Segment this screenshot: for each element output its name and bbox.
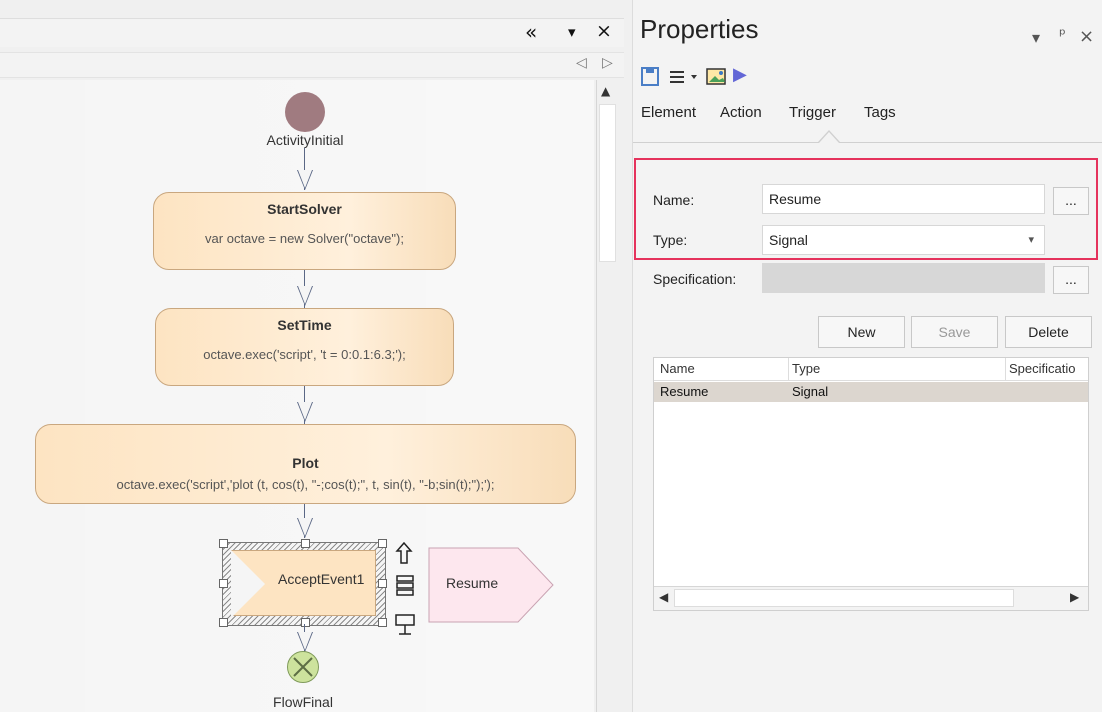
vertical-scrollbar[interactable]: ▲ — [596, 80, 619, 712]
activity-code: var octave = new Solver("octave"); — [205, 231, 404, 246]
specification-ellipsis-button[interactable]: ... — [1053, 266, 1089, 294]
arrow-down-icon — [297, 286, 313, 306]
tab-element[interactable]: Element — [641, 104, 696, 121]
activity-start-solver[interactable]: StartSolver var octave = new Solver("oct… — [153, 192, 456, 270]
menu-icon — [396, 575, 414, 596]
activity-plot[interactable]: Plot octave.exec('script','plot (t, cos(… — [35, 424, 576, 504]
resize-handle[interactable] — [219, 618, 228, 627]
name-label: Name: — [653, 192, 695, 208]
signal-label: Resume — [446, 575, 499, 591]
diagram-pane: « ▾ × ◁ ▷ ActivityInitial StartSolver va… — [0, 0, 624, 712]
triggers-table[interactable]: Name Type Specificatio Resume Signal ◀ ▶ — [653, 357, 1089, 611]
accept-event-notch-icon — [231, 550, 265, 618]
scroll-thumb[interactable] — [674, 589, 1014, 607]
save-button[interactable]: Save — [911, 316, 998, 348]
arrow-down-icon — [297, 518, 313, 538]
accept-event-node[interactable]: AcceptEvent1 — [231, 550, 376, 618]
column-divider — [1005, 358, 1006, 380]
chevron-down-icon[interactable]: ▾ — [568, 23, 576, 41]
tab-trigger[interactable]: Trigger — [789, 104, 836, 121]
pin-icon[interactable]: ᵖ — [1059, 25, 1066, 44]
quick-linker-icons[interactable] — [392, 538, 418, 648]
activity-title: SetTime — [277, 317, 332, 333]
type-select[interactable]: Signal ▾ — [762, 225, 1045, 255]
signal-node-resume[interactable]: Resume — [428, 547, 554, 623]
image-icon — [706, 68, 726, 85]
close-icon[interactable]: × — [596, 20, 612, 42]
column-divider — [788, 358, 789, 380]
row-name-cell: Resume — [660, 384, 709, 399]
panel-title: Properties — [640, 14, 759, 44]
properties-panel: Properties ▾ ᵖ × ▶ Element Action Trigge… — [632, 0, 1102, 712]
resize-handle[interactable] — [301, 618, 310, 627]
resize-handle[interactable] — [378, 618, 387, 627]
column-header-name[interactable]: Name — [660, 361, 695, 376]
scroll-right-icon[interactable]: ▶ — [1070, 590, 1079, 604]
close-icon[interactable]: × — [1079, 26, 1094, 47]
activity-set-time[interactable]: SetTime octave.exec('script', 't = 0:0.1… — [155, 308, 454, 386]
row-type-cell: Signal — [792, 384, 829, 399]
diagram-nav-bar: ◁ ▷ — [0, 52, 624, 78]
chevron-down-icon[interactable]: ▾ — [1032, 28, 1040, 47]
scroll-up-icon[interactable]: ▲ — [601, 84, 610, 98]
selected-element-frame[interactable]: AcceptEvent1 — [219, 539, 387, 627]
specification-field[interactable] — [762, 263, 1045, 293]
tab-action[interactable]: Action — [720, 104, 762, 121]
horizontal-scrollbar[interactable]: ◀ ▶ — [654, 586, 1088, 610]
type-select-value: Signal — [769, 232, 808, 248]
column-header-specification[interactable]: Specificatio — [1009, 361, 1075, 376]
type-label: Type: — [653, 232, 688, 248]
column-header-type[interactable]: Type — [792, 361, 820, 376]
chevron-down-icon: ▾ — [1028, 234, 1034, 246]
scroll-left-icon[interactable]: ◀ — [659, 590, 668, 604]
arrow-down-icon — [297, 402, 313, 422]
table-header: Name Type Specificatio — [654, 358, 1088, 381]
arrow-down-icon — [297, 170, 313, 190]
arrow-down-icon — [297, 632, 313, 652]
resize-handle[interactable] — [219, 579, 228, 588]
diagram-pane-header: « ▾ × — [0, 18, 624, 47]
nav-left-icon[interactable]: ◁ — [576, 55, 587, 71]
collapse-icon[interactable]: « — [525, 20, 537, 44]
initial-node-label: ActivityInitial — [266, 132, 344, 148]
tab-tags[interactable]: Tags — [864, 104, 896, 121]
list-icon — [670, 71, 684, 83]
resize-handle[interactable] — [378, 539, 387, 548]
save-icon — [641, 67, 659, 86]
new-button[interactable]: New — [818, 316, 905, 348]
resize-handle[interactable] — [378, 579, 387, 588]
initial-node-icon[interactable] — [285, 92, 325, 132]
specification-label: Specification: — [653, 271, 737, 287]
name-ellipsis-button[interactable]: ... — [1053, 187, 1089, 215]
table-row[interactable]: Resume Signal — [654, 382, 1088, 402]
activity-code: octave.exec('script', 't = 0:0.1:6.3;'); — [203, 347, 406, 362]
cross-icon — [293, 657, 313, 677]
activity-code: octave.exec('script','plot (t, cos(t), "… — [116, 477, 495, 492]
play-icon[interactable]: ▶ — [733, 64, 747, 85]
link-down-icon — [395, 614, 415, 635]
tab-divider — [633, 142, 1102, 143]
flow-final-icon[interactable] — [287, 651, 319, 683]
arrow-up-icon — [395, 541, 413, 564]
chevron-down-icon — [691, 75, 697, 79]
activity-title: Plot — [292, 455, 319, 471]
diagram-canvas[interactable]: ActivityInitial StartSolver var octave =… — [0, 80, 594, 712]
accept-event-label: AcceptEvent1 — [278, 571, 365, 587]
activity-title: StartSolver — [267, 201, 342, 217]
resize-handle[interactable] — [219, 539, 228, 548]
nav-right-icon[interactable]: ▷ — [602, 55, 613, 71]
flow-final-label: FlowFinal — [273, 694, 333, 710]
active-tab-indicator-fill — [819, 132, 839, 143]
properties-toolbar — [641, 67, 726, 86]
resize-handle[interactable] — [301, 539, 310, 548]
scroll-thumb[interactable] — [599, 104, 616, 262]
name-field[interactable]: Resume — [762, 184, 1045, 214]
delete-button[interactable]: Delete — [1005, 316, 1092, 348]
